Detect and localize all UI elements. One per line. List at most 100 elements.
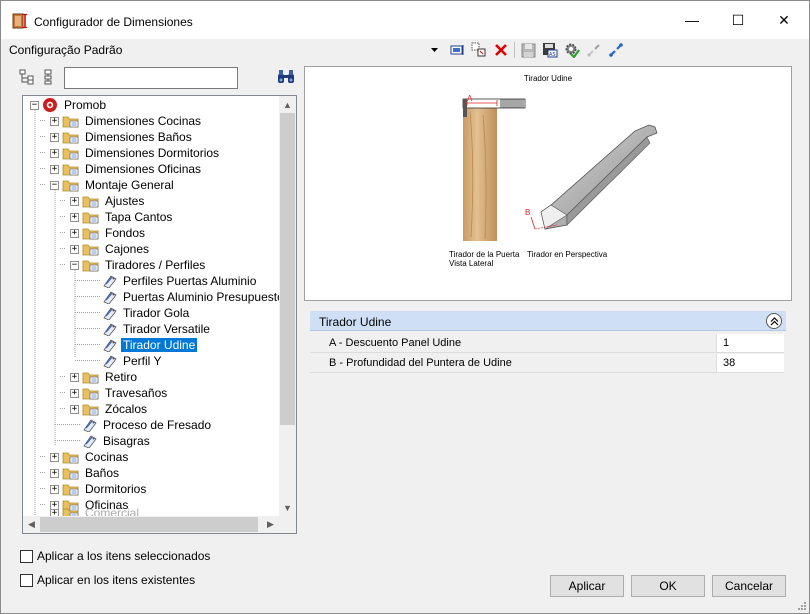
tree-item-cocinas[interactable]: + Cocinas [50,449,130,465]
scroll-right-icon[interactable]: ▶ [262,516,279,533]
dimension-b-label: B [525,208,531,217]
tree-item-label: Dimensiones Baños [85,130,192,144]
promob-logo-icon [43,98,57,112]
collapse-node-icon[interactable]: − [50,180,59,190]
collapse-tree-icon[interactable] [19,69,35,85]
tree-item-dimensiones-dormitorios[interactable]: + Dimensiones Dormitorios [50,145,221,161]
expand-node-icon[interactable]: + [70,228,79,238]
folder-icon [62,164,79,176]
tree-item-perfiles-puertas-aluminio[interactable]: Perfiles Puertas Aluminio [90,273,258,289]
tree-item-label: Promob [64,98,107,112]
save-as-icon[interactable]: AS [539,40,561,60]
expand-node-icon[interactable]: + [70,372,79,382]
tree-item-tapa-cantos[interactable]: + Tapa Cantos [70,209,174,225]
property-row-b[interactable]: B - Profundidad del Puntera de Udine 38 [310,354,784,373]
apply-existing-option[interactable]: Aplicar en los itens existentes [20,572,195,588]
apply-button[interactable]: Aplicar [550,575,624,597]
tree-item-banos[interactable]: + Baños [50,465,121,481]
folder-icon [62,132,79,144]
tree-item-perfil-y[interactable]: Perfil Y [90,353,163,369]
resize-grip-icon[interactable] [796,600,806,610]
tree-view[interactable]: − Promob + Dimensiones Cocinas + Dimensiones … [22,95,297,534]
tree-horizontal-scrollbar[interactable]: ◀ ▶ [23,516,296,533]
save-icon[interactable] [517,40,539,60]
apply-selected-checkbox[interactable] [20,549,33,563]
collapse-chevron-icon[interactable] [766,313,782,329]
expand-node-icon[interactable]: + [70,212,79,222]
collapse-node-icon[interactable]: − [30,100,39,110]
tree-item-cajones[interactable]: + Cajones [70,241,151,257]
tree-item-montaje-general[interactable]: − Montaje General [50,177,176,193]
dropdown-arrow-icon[interactable] [424,40,446,60]
property-group-header[interactable]: Tirador Udine [310,311,786,331]
tree-item-puertas-aluminio-presupuesto[interactable]: Puertas Aluminio Presupuesto [90,289,281,305]
tree-item-comercial[interactable]: + Comercial [50,505,141,516]
vertical-scroll-thumb[interactable] [280,113,295,425]
expand-node-icon[interactable]: + [70,196,79,206]
property-row-a[interactable]: A - Descuento Panel Udine 1 [310,334,784,353]
property-value-field[interactable]: 1 [716,334,784,352]
screen-select-icon[interactable] [446,40,468,60]
tree-item-tirador-gola[interactable]: Tirador Gola [90,305,191,321]
tree-item-fondos[interactable]: + Fondos [70,225,147,241]
ok-button[interactable]: OK [631,575,705,597]
app-ruler-icon [12,13,27,29]
link-disabled-icon[interactable] [583,40,605,60]
scroll-down-icon[interactable]: ▼ [279,499,296,516]
apply-selected-option[interactable]: Aplicar a los itens seleccionados [20,548,210,564]
expand-node-icon[interactable]: + [50,132,59,142]
scroll-up-icon[interactable]: ▲ [279,96,296,113]
scroll-left-icon[interactable]: ◀ [23,516,40,533]
tree-item-travesanos[interactable]: + Travesaños [70,385,169,401]
tree-item-label: Cocinas [85,450,129,464]
collapse-node-icon[interactable]: − [70,260,79,270]
tree-item-ajustes[interactable]: + Ajustes [70,193,146,209]
perspective-view-drawing [530,124,658,230]
expand-node-icon[interactable]: + [50,484,59,494]
tree-item-label: Zócalos [105,402,148,416]
expand-node-icon[interactable]: + [50,148,59,158]
promob-logo-icon[interactable]: − Promob [30,97,108,113]
link-icon[interactable] [605,40,627,60]
expand-node-icon[interactable]: + [70,244,79,254]
tree-item-label: Dimensiones Dormitorios [85,146,220,160]
maximize-button[interactable]: ☐ [715,1,761,39]
expand-node-icon[interactable]: + [50,164,59,174]
tree-item-dormitorios[interactable]: + Dormitorios [50,481,148,497]
close-button[interactable]: ✕ [761,1,807,39]
minimize-button[interactable]: — [669,1,715,39]
tree-item-proceso-de-fresado[interactable]: Proceso de Fresado [70,417,213,433]
tree-item-label: Perfiles Puertas Aluminio [123,274,257,288]
search-input[interactable] [64,67,238,89]
tree-item-dimensiones-banos[interactable]: + Dimensiones Baños [50,129,194,145]
expand-node-icon[interactable]: + [50,452,59,462]
tree-item-dimensiones-cocinas[interactable]: + Dimensiones Cocinas [50,113,203,129]
property-value-field[interactable]: 38 [716,354,784,372]
tree-item-tiradores-perfiles[interactable]: − Tiradores / Perfiles [70,257,207,273]
profile-tag-icon [83,419,97,432]
tree-item-tirador-versatile[interactable]: Tirador Versatile [90,321,212,337]
configuration-label: Configuração Padrão [9,43,123,57]
dimension-a-label: A [467,94,473,103]
tree-item-dimensiones-oficinas[interactable]: + Dimensiones Oficinas [50,161,203,177]
tree-item-label: Tiradores / Perfiles [105,258,206,272]
tree-item-zocalos[interactable]: + Zócalos [70,401,149,417]
expand-node-icon[interactable]: + [50,508,59,516]
tree-item-retiro[interactable]: + Retiro [70,369,139,385]
expand-node-icon[interactable]: + [70,404,79,414]
delete-icon[interactable] [490,40,512,60]
binoculars-search-icon[interactable] [277,69,295,85]
expand-node-icon[interactable]: + [50,468,59,478]
expand-tree-icon[interactable] [43,69,55,85]
copy-item-icon[interactable] [468,40,490,60]
tree-vertical-scrollbar[interactable]: ▲ ▼ [279,96,296,516]
cancel-button[interactable]: Cancelar [712,575,786,597]
tree-tools [19,67,59,91]
tree-item-tirador-udine[interactable]: Tirador Udine [90,337,198,353]
tree-item-bisagras[interactable]: Bisagras [70,433,152,449]
horizontal-scroll-thumb[interactable] [40,517,258,532]
expand-node-icon[interactable]: + [70,388,79,398]
expand-node-icon[interactable]: + [50,116,59,126]
apply-existing-checkbox[interactable] [20,573,33,587]
settings-check-icon[interactable] [561,40,583,60]
